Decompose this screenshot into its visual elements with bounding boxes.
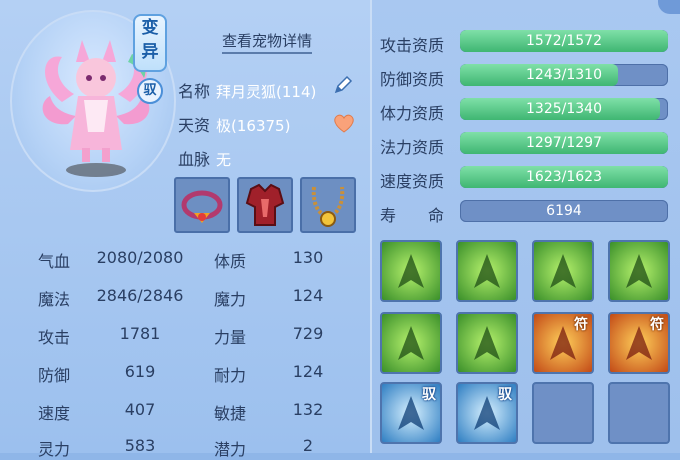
collar-equipment-icon	[181, 190, 223, 223]
water-blade-skill-slot[interactable]: 驭	[380, 382, 442, 444]
aptitude-label: 法力资质	[380, 138, 445, 157]
aptitude-value: 1325/1340	[526, 101, 602, 117]
water-sword-skill-slot[interactable]: 驭	[456, 382, 518, 444]
aptitude-value: 1623/1623	[526, 169, 602, 185]
skill-tag: 驭	[498, 387, 512, 403]
aptitude-value: 1297/1297	[526, 135, 602, 151]
attribute-label: 体质	[214, 252, 247, 271]
aptitude-label: 天资	[178, 116, 211, 135]
agility-skill-icon	[550, 254, 576, 288]
skill-tag: 符	[650, 317, 664, 333]
attribute-label: 敏捷	[214, 404, 247, 423]
aptitude-label: 速度资质	[380, 172, 445, 191]
rename-pencil-icon[interactable]	[332, 74, 354, 96]
stat-value: 583	[124, 436, 156, 455]
pet-name-value: 拜月灵狐(114)	[216, 83, 317, 101]
attribute-label: 魔力	[214, 290, 247, 309]
stat-value: 1781	[119, 324, 161, 343]
mutation-badge: 变异	[133, 14, 167, 72]
shield-skill-icon	[398, 326, 424, 360]
pet-info-section: 变异 驭 查看宠物详情 名称拜月灵狐(114) 天资极(16375) 血脉无	[0, 0, 368, 459]
demon-strength-skill-icon	[474, 254, 500, 288]
night-combat-skill-slot[interactable]	[608, 240, 670, 302]
empty-skill-slot[interactable]	[532, 382, 594, 444]
aptitude-bar: 1572/1572	[460, 30, 668, 52]
blade-talisman-skill-slot[interactable]: 符	[608, 312, 670, 374]
aptitude-label: 体力资质	[380, 104, 445, 123]
attribute-value: 124	[292, 362, 324, 381]
bloodline-value: 无	[216, 151, 232, 169]
attribute-value: 2	[302, 436, 314, 455]
aptitude-value: 1572/1572	[526, 33, 602, 49]
attribute-value: 132	[292, 400, 324, 419]
stat-value: 407	[124, 400, 156, 419]
empty-skill-slot[interactable]	[608, 382, 670, 444]
aptitude-bar: 1297/1297	[460, 132, 668, 154]
amulet-equipment-slot[interactable]	[300, 177, 356, 233]
skill-tag: 驭	[422, 387, 436, 403]
stat-value: 619	[124, 362, 156, 381]
stat-label: 气血	[38, 252, 71, 271]
pet-detail-panel: 变异 驭 查看宠物详情 名称拜月灵狐(114) 天资极(16375) 血脉无	[0, 0, 680, 459]
attribute-label: 耐力	[214, 366, 247, 385]
power-skill-icon	[474, 326, 500, 360]
attribute-label: 潜力	[214, 440, 247, 459]
armor-equipment-slot[interactable]	[237, 177, 293, 233]
aptitude-label: 攻击资质	[380, 36, 445, 55]
demon-strength-skill-slot[interactable]	[456, 240, 518, 302]
amulet-equipment-icon	[311, 186, 345, 227]
shield-skill-slot[interactable]	[380, 312, 442, 374]
bloodline-label: 血脉	[178, 150, 211, 169]
sword-skill-slot[interactable]	[380, 240, 442, 302]
pet-bloodline-row: 血脉无	[178, 146, 231, 170]
skill-tag: 符	[574, 317, 588, 333]
aptitude-bar: 1243/1310	[460, 64, 668, 86]
stat-label: 灵力	[38, 440, 71, 459]
agility-skill-slot[interactable]	[532, 240, 594, 302]
pet-name-label: 名称	[178, 82, 211, 101]
stat-value: 2080/2080	[96, 248, 184, 267]
lifespan-bar: 6194	[460, 200, 668, 222]
tame-badge: 驭	[137, 78, 163, 104]
pet-name-row: 名称 拜月灵狐(114)	[178, 78, 316, 102]
bleed-talisman-skill-slot[interactable]: 符	[532, 312, 594, 374]
armor-equipment-icon	[245, 183, 285, 226]
view-pet-details-link[interactable]: 查看宠物详情	[222, 30, 313, 54]
attribute-value: 124	[292, 286, 324, 305]
aptitude-value: 极(16375)	[216, 117, 291, 135]
attribute-value: 729	[292, 324, 324, 343]
night-combat-skill-icon	[626, 254, 652, 288]
attribute-label: 力量	[214, 328, 247, 347]
sword-skill-icon	[398, 254, 424, 288]
aptitude-section: 攻击资质 1572/1572 防御资质 1243/1310 体力资质 1325/1340 法…	[370, 0, 680, 453]
aptitude-label: 防御资质	[380, 70, 445, 89]
aptitude-bar: 1623/1623	[460, 166, 668, 188]
stat-label: 攻击	[38, 328, 71, 347]
heart-icon[interactable]	[332, 112, 356, 134]
stat-label: 防御	[38, 366, 71, 385]
lifespan-value: 6194	[546, 203, 582, 219]
pet-aptitude-row: 天资 极(16375)	[178, 112, 290, 136]
aptitude-value: 1243/1310	[526, 67, 602, 83]
stat-value: 2846/2846	[96, 286, 184, 305]
stat-label: 魔法	[38, 290, 71, 309]
lifespan-label: 寿 命	[380, 206, 445, 225]
aptitude-bar: 1325/1340	[460, 98, 668, 120]
collar-equipment-slot[interactable]	[174, 177, 230, 233]
stat-label: 速度	[38, 404, 71, 423]
power-skill-slot[interactable]	[456, 312, 518, 374]
attribute-value: 130	[292, 248, 324, 267]
